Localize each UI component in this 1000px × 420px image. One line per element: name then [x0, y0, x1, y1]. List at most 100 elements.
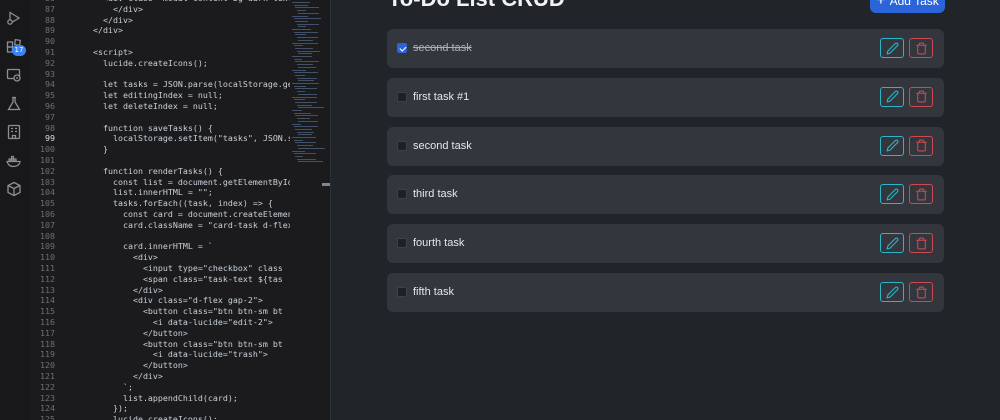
code-line[interactable]: 111 <input type="checkbox" class	[30, 263, 290, 274]
minimap-line	[293, 99, 305, 101]
code-line[interactable]: 87 </div>	[30, 4, 290, 15]
remote-explorer-icon[interactable]	[6, 67, 22, 83]
code-line[interactable]: 112 <span class="task-text ${tas	[30, 274, 290, 285]
testing-icon[interactable]	[6, 96, 22, 112]
code-line[interactable]: 90	[30, 36, 290, 47]
code-line[interactable]: 91 <script>	[30, 47, 290, 58]
delete-task-button[interactable]	[909, 135, 933, 156]
minimap-line	[292, 69, 307, 71]
code-text: <input type="checkbox" class	[83, 263, 283, 273]
code-line[interactable]: 103 const list = document.getElementById…	[30, 177, 290, 188]
add-task-button[interactable]: + Add Task	[870, 0, 945, 13]
code-line[interactable]: 119 <i data-lucide="trash">	[30, 349, 290, 360]
minimap-line	[292, 137, 316, 138]
edit-task-button[interactable]	[880, 184, 904, 205]
code-text: lucide.createIcons();	[83, 414, 218, 420]
line-number: 117	[40, 327, 55, 338]
building-icon[interactable]	[6, 124, 22, 140]
trash-icon	[915, 237, 928, 250]
code-line[interactable]: 117 </button>	[30, 328, 290, 339]
code-line[interactable]: 96 let deleteIndex = null;	[30, 101, 290, 112]
code-line[interactable]: 114 <div class="d-flex gap-2">	[30, 295, 290, 306]
task-checkbox[interactable]	[397, 189, 407, 200]
task-checkbox[interactable]	[397, 43, 407, 53]
trash-icon	[915, 188, 928, 201]
code-text: });	[83, 403, 128, 414]
code-line[interactable]: 125 lucide.createIcons();	[30, 414, 290, 420]
line-number: 112	[40, 273, 55, 284]
task-checkbox[interactable]	[397, 238, 407, 249]
code-text: </button>	[83, 360, 188, 371]
code-line[interactable]: 108	[30, 231, 290, 242]
code-line[interactable]: 97	[30, 112, 290, 123]
edit-task-button[interactable]	[880, 282, 904, 302]
code-editor[interactable]: 86 <div class="modal-content bg-dark tex…	[30, 0, 290, 420]
code-line[interactable]: 102 function renderTasks() {	[30, 166, 290, 177]
minimap-line	[298, 26, 306, 28]
code-text: <i data-lucide="edit-2">	[83, 317, 273, 327]
minimap-line	[298, 147, 326, 149]
code-line[interactable]: 118 <button class="btn btn-sm bt	[30, 339, 290, 350]
line-number: 116	[40, 317, 55, 327]
code-line[interactable]: 115 <button class="btn btn-sm bt	[30, 306, 290, 317]
code-text: <button class="btn btn-sm bt	[83, 306, 283, 317]
code-line[interactable]: 124 });	[30, 403, 290, 414]
code-line[interactable]: 105 tasks.forEach((task, index) => {	[30, 198, 290, 209]
code-line[interactable]: 92 lucide.createIcons();	[30, 58, 290, 69]
task-checkbox[interactable]	[397, 287, 407, 297]
delete-task-button[interactable]	[909, 38, 933, 58]
code-line[interactable]: 99 localStorage.setItem("tasks", JSON.st…	[30, 133, 290, 144]
line-number: 118	[40, 338, 55, 349]
edit-task-button[interactable]	[880, 86, 904, 107]
minimap-line	[292, 96, 317, 98]
code-line[interactable]: 107 card.className = "card-task d-flex j	[30, 220, 290, 231]
docker-icon[interactable]	[6, 153, 22, 169]
code-line[interactable]: 120 </button>	[30, 360, 290, 371]
code-line[interactable]: 98 function saveTasks() {	[30, 123, 290, 134]
minimap[interactable]	[290, 0, 330, 420]
delete-task-button[interactable]	[909, 233, 933, 254]
code-line[interactable]: 93	[30, 69, 290, 80]
minimap-line	[293, 126, 318, 128]
delete-task-button[interactable]	[909, 282, 933, 302]
edit-task-button[interactable]	[880, 135, 904, 156]
code-line[interactable]: 113 </div>	[30, 285, 290, 296]
delete-task-button[interactable]	[909, 86, 933, 107]
code-text: </div>	[83, 284, 163, 295]
pencil-icon	[886, 286, 899, 299]
code-text: </div>	[83, 3, 143, 14]
minimap-line	[295, 155, 303, 157]
code-line[interactable]: 109 card.innerHTML = `	[30, 241, 290, 252]
task-text: third task	[413, 188, 458, 201]
code-line[interactable]: 116 <i data-lucide="edit-2">	[30, 317, 290, 328]
code-line[interactable]: 89 </div>	[30, 25, 290, 36]
pencil-icon	[886, 90, 899, 103]
task-checkbox[interactable]	[397, 140, 407, 151]
code-line[interactable]: 110 <div>	[30, 252, 290, 263]
task-card: fifth task	[387, 273, 944, 312]
line-number: 121	[40, 371, 55, 381]
code-text: </div>	[83, 371, 163, 381]
code-line[interactable]: 95 let editingIndex = null;	[30, 90, 290, 101]
code-line[interactable]: 104 list.innerHTML = "";	[30, 187, 290, 198]
line-number: 107	[40, 219, 55, 230]
code-line[interactable]: 88 </div>	[30, 15, 290, 26]
run-debug-icon[interactable]	[6, 10, 22, 26]
task-text: first task #1	[413, 90, 470, 103]
edit-task-button[interactable]	[880, 38, 904, 58]
editor-scrollbar-thumb[interactable]	[322, 183, 330, 186]
task-checkbox[interactable]	[397, 91, 407, 102]
code-line[interactable]: 122 `;	[30, 382, 290, 393]
code-text: <script>	[83, 47, 133, 57]
package-icon[interactable]	[6, 181, 22, 197]
delete-task-button[interactable]	[909, 184, 933, 205]
code-line[interactable]: 121 </div>	[30, 371, 290, 382]
code-line[interactable]: 100 }	[30, 144, 290, 155]
edit-task-button[interactable]	[880, 233, 904, 254]
code-line[interactable]: 101	[30, 155, 290, 166]
code-line[interactable]: 123 list.appendChild(card);	[30, 393, 290, 404]
code-line[interactable]: 94 let tasks = JSON.parse(localStorage.g…	[30, 79, 290, 90]
code-text: `;	[83, 381, 133, 392]
pencil-icon	[886, 139, 899, 152]
code-line[interactable]: 106 const card = document.createElement(	[30, 209, 290, 220]
